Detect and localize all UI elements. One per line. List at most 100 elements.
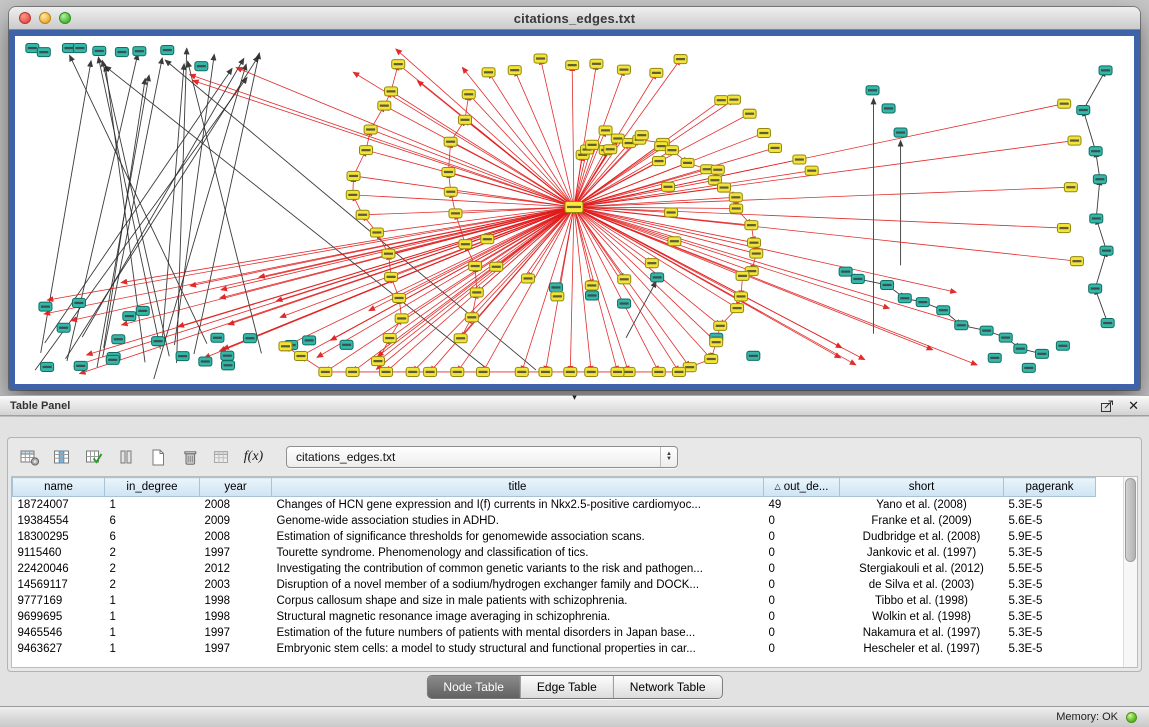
cell-title[interactable]: Corpus callosum shape and size in male p… [272,593,764,609]
graph-node[interactable] [645,259,658,268]
cell-pagerank[interactable]: 5.6E-5 [1004,513,1096,529]
graph-node[interactable] [999,333,1012,342]
graph-node[interactable] [851,274,864,283]
graph-node[interactable] [221,361,234,370]
graph-node[interactable] [462,90,475,99]
graph-node[interactable] [378,101,391,110]
graph-node[interactable] [618,299,631,308]
tab-node-table[interactable]: Node Table [427,676,520,698]
graph-node[interactable] [731,304,744,313]
cell-title[interactable]: Changes of HCN gene expression and I(f) … [272,497,764,513]
delete-column-button[interactable] [176,444,203,470]
graph-node[interactable] [521,274,534,283]
graph-node[interactable] [133,47,146,56]
cell-out-de[interactable]: 0 [764,513,840,529]
graph-node[interactable] [243,334,256,343]
window-titlebar[interactable]: citations_edges.txt [9,7,1140,30]
graph-node[interactable] [617,65,630,74]
graph-node[interactable] [1093,175,1106,184]
graph-node[interactable] [1099,66,1112,75]
graph-edge[interactable] [121,207,574,283]
create-column-button[interactable] [144,444,171,470]
cell-name[interactable]: 22420046 [13,561,105,577]
graph-node[interactable] [37,48,50,57]
graph-edge[interactable] [574,207,977,365]
graph-node[interactable] [41,362,54,371]
graph-edge[interactable] [236,68,574,207]
cell-out-de[interactable]: 0 [764,609,840,625]
graph-node[interactable] [727,95,740,104]
graph-edge[interactable] [390,207,574,338]
graph-node[interactable] [599,126,612,135]
graph-node[interactable] [123,312,136,321]
graph-node[interactable] [221,351,234,360]
cell-title[interactable]: Estimation of significance thresholds fo… [272,529,764,545]
cell-out-de[interactable]: 0 [764,625,840,641]
cell-in-degree[interactable]: 6 [105,513,200,529]
graph-edge[interactable] [193,80,574,207]
column-header-in-degree[interactable]: in_degree [105,478,200,497]
cell-name[interactable]: 9465546 [13,625,105,641]
cell-name[interactable]: 9699695 [13,609,105,625]
graph-node[interactable] [618,275,631,284]
graph-node[interactable] [294,351,307,360]
graph-node[interactable] [898,294,911,303]
graph-node[interactable] [490,262,503,271]
graph-node[interactable] [714,321,727,330]
cell-title[interactable]: Investigating the contribution of common… [272,561,764,577]
table-panel-header[interactable]: Table Panel ▾ ✕ [0,395,1149,416]
close-panel-icon[interactable]: ✕ [1128,399,1139,412]
graph-node[interactable] [199,357,212,366]
graph-node[interactable] [651,273,664,282]
graph-node[interactable] [882,104,895,113]
cell-pagerank[interactable]: 5.9E-5 [1004,529,1096,545]
graph-node[interactable] [481,235,494,244]
graph-node[interactable] [635,131,648,140]
cell-name[interactable]: 9777169 [13,593,105,609]
cell-name[interactable]: 18300295 [13,529,105,545]
graph-node[interactable] [730,204,743,213]
graph-node[interactable] [385,87,398,96]
graph-node[interactable] [176,352,189,361]
graph-node[interactable] [393,293,406,302]
graph-node[interactable] [356,210,369,219]
graph-node[interactable] [459,240,472,249]
graph-node[interactable] [768,143,781,152]
cell-year[interactable]: 1997 [200,641,272,657]
graph-node[interactable] [1089,147,1102,156]
graph-node[interactable] [115,48,128,57]
graph-node[interactable] [444,187,457,196]
cell-title[interactable]: Structural magnetic resonance image aver… [272,609,764,625]
cell-title[interactable]: Disruption of a novel member of a sodium… [272,577,764,593]
graph-node[interactable] [736,271,749,280]
graph-edge[interactable] [451,142,574,207]
cell-title[interactable]: Estimation of the future numbers of pati… [272,625,764,641]
cell-in-degree[interactable]: 1 [105,609,200,625]
graph-edge[interactable] [572,65,574,207]
float-panel-icon[interactable] [1101,400,1115,412]
graph-node[interactable] [650,68,663,77]
table-row[interactable]: 1830029562008Estimation of significance … [13,529,1096,545]
graph-node[interactable] [586,140,599,149]
graph-node[interactable] [1070,257,1083,266]
graph-node[interactable] [380,367,393,376]
graph-node[interactable] [1035,349,1048,358]
graph-node[interactable] [747,351,760,360]
table-row[interactable]: 946362711997Embryonic stem cells: a mode… [13,641,1096,657]
graph-edge[interactable] [1095,289,1108,324]
cell-in-degree[interactable]: 1 [105,641,200,657]
graph-node[interactable] [735,292,748,301]
graph-node[interactable] [674,55,687,64]
graph-node[interactable] [745,221,758,230]
cell-short[interactable]: Franke et al. (2009) [840,513,1004,529]
graph-edge[interactable] [70,55,207,343]
graph-node[interactable] [916,298,929,307]
cell-out-de[interactable]: 0 [764,529,840,545]
table-row[interactable]: 1872400712008Changes of HCN gene express… [13,497,1096,513]
graph-node[interactable] [1101,319,1114,328]
graph-node[interactable] [585,367,598,376]
cell-short[interactable]: Yano et al. (2008) [840,497,1004,513]
graph-node[interactable] [590,59,603,68]
graph-edge[interactable] [220,207,574,298]
graph-node[interactable] [106,355,119,364]
